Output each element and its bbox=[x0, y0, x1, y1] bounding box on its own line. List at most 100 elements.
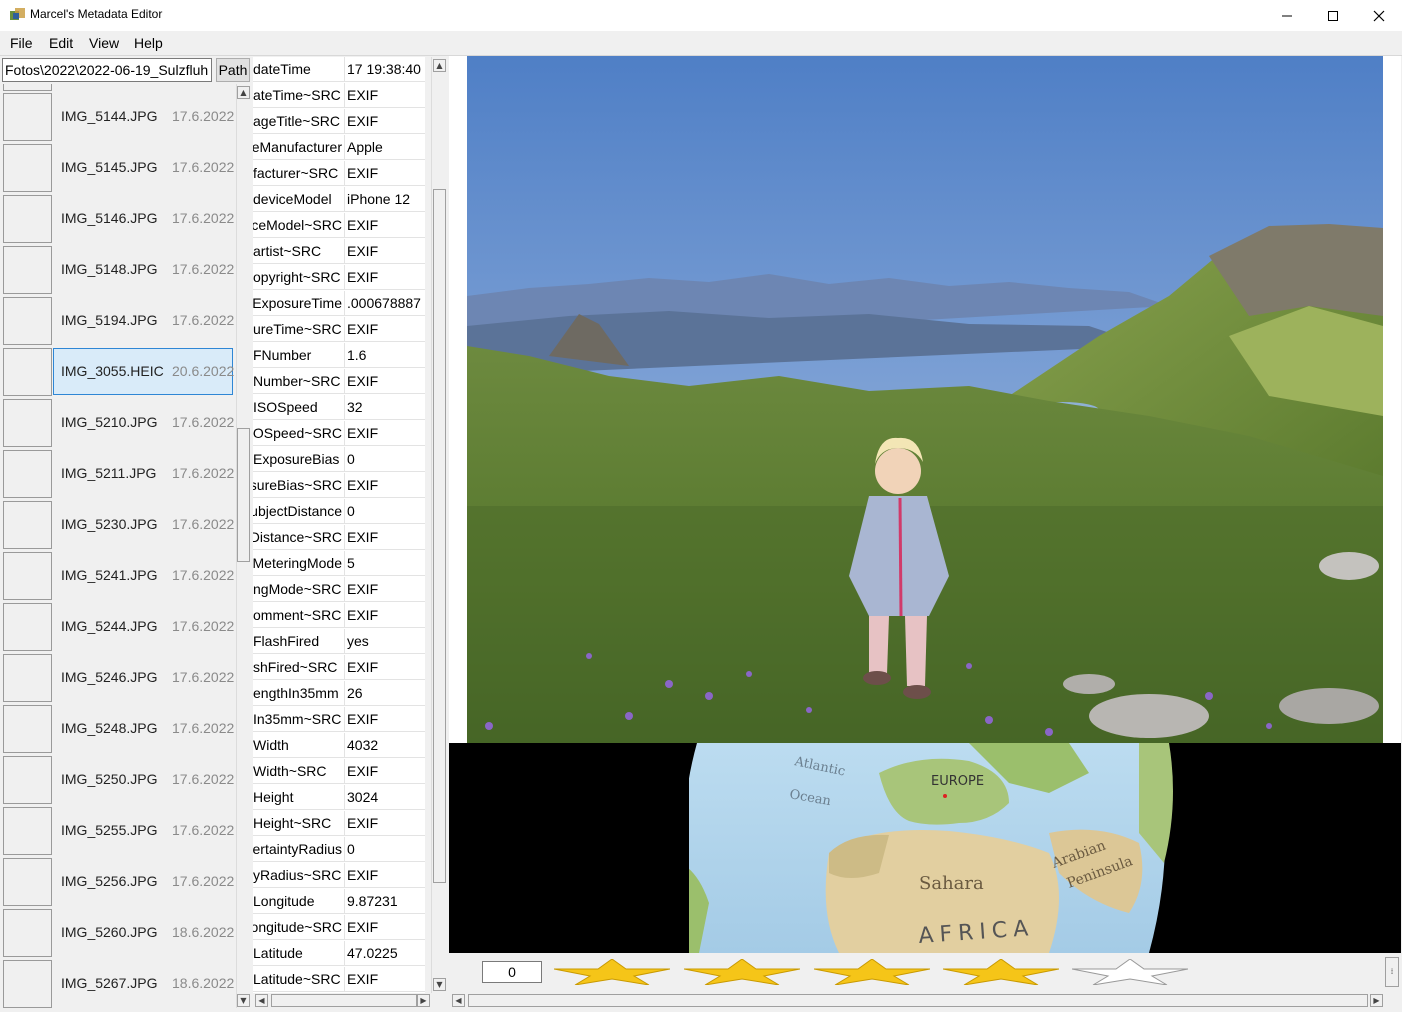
list-item[interactable]: IMG_5260.JPG 18.6.2022 bbox=[2, 908, 236, 958]
list-item[interactable]: IMG_5255.JPG 17.6.2022 bbox=[2, 806, 236, 856]
scroll-left-icon[interactable]: ◀ bbox=[452, 994, 465, 1007]
list-item[interactable]: IMG_5246.JPG 17.6.2022 bbox=[2, 653, 236, 703]
metadata-value[interactable]: 0 bbox=[345, 447, 425, 472]
file-list-scrollbar[interactable]: ▲ ▼ bbox=[236, 84, 251, 1008]
maximize-button[interactable] bbox=[1310, 0, 1356, 31]
metadata-value[interactable]: EXIF bbox=[345, 317, 425, 342]
path-input[interactable]: Fotos\2022\2022-06-19_Sulzfluh bbox=[2, 58, 212, 82]
metadata-value[interactable]: 47.0225 bbox=[345, 941, 425, 966]
close-button[interactable] bbox=[1356, 0, 1402, 31]
table-row[interactable]: Latitude 47.0225 bbox=[253, 941, 425, 967]
metadata-value[interactable]: iPhone 12 bbox=[345, 187, 425, 212]
table-row[interactable]: Number~SRC EXIF bbox=[253, 369, 425, 395]
list-item[interactable]: IMG_5256.JPG 17.6.2022 bbox=[2, 857, 236, 907]
table-row[interactable]: Height~SRC EXIF bbox=[253, 811, 425, 837]
table-row[interactable]: Latitude~SRC EXIF bbox=[253, 967, 425, 993]
metadata-value[interactable]: EXIF bbox=[345, 811, 425, 836]
list-item[interactable]: IMG_5230.JPG 17.6.2022 bbox=[2, 500, 236, 550]
scroll-up-icon[interactable]: ▲ bbox=[237, 86, 250, 99]
rating-star-icon[interactable] bbox=[943, 959, 1059, 985]
table-row[interactable]: ageTitle~SRC EXIF bbox=[253, 109, 425, 135]
list-item[interactable]: IMG_5148.JPG 17.6.2022 bbox=[2, 245, 236, 295]
list-item[interactable]: IMG_5241.JPG 17.6.2022 bbox=[2, 551, 236, 601]
rating-star-icon[interactable] bbox=[684, 959, 800, 985]
table-row[interactable]: ExposureBias 0 bbox=[253, 447, 425, 473]
table-row[interactable]: dateTime 17 19:38:40 bbox=[253, 57, 425, 83]
path-button[interactable]: Path bbox=[216, 58, 250, 82]
rating-star-icon[interactable] bbox=[554, 959, 670, 985]
list-item[interactable]: IMG_5144.JPG 17.6.2022 bbox=[2, 92, 236, 142]
metadata-scrollbar[interactable]: ▲ ▼ bbox=[431, 57, 447, 993]
table-row[interactable]: Width~SRC EXIF bbox=[253, 759, 425, 785]
metadata-value[interactable]: EXIF bbox=[345, 239, 425, 264]
scroll-right-icon[interactable]: ▶ bbox=[1370, 994, 1383, 1007]
list-item[interactable]: IMG_5250.JPG 17.6.2022 bbox=[2, 755, 236, 805]
table-row[interactable]: FNumber 1.6 bbox=[253, 343, 425, 369]
metadata-value[interactable]: EXIF bbox=[345, 213, 425, 238]
table-row[interactable]: ceModel~SRC EXIF bbox=[253, 213, 425, 239]
table-row[interactable]: yRadius~SRC EXIF bbox=[253, 863, 425, 889]
metadata-value[interactable]: EXIF bbox=[345, 83, 425, 108]
metadata-value[interactable]: 17 19:38:40 bbox=[345, 57, 425, 82]
metadata-value[interactable]: 0 bbox=[345, 837, 425, 862]
list-item[interactable]: IMG_5211.JPG 17.6.2022 bbox=[2, 449, 236, 499]
metadata-value[interactable]: EXIF bbox=[345, 525, 425, 550]
metadata-value[interactable]: EXIF bbox=[345, 603, 425, 628]
scroll-thumb[interactable] bbox=[468, 994, 1368, 1007]
scroll-up-icon[interactable]: ▲ bbox=[433, 59, 446, 72]
list-item[interactable] bbox=[2, 84, 236, 92]
metadata-value[interactable]: 4032 bbox=[345, 733, 425, 758]
list-item[interactable]: IMG_5145.JPG 17.6.2022 bbox=[2, 143, 236, 193]
table-row[interactable]: shFired~SRC EXIF bbox=[253, 655, 425, 681]
metadata-value[interactable]: 32 bbox=[345, 395, 425, 420]
table-row[interactable]: ubjectDistance 0 bbox=[253, 499, 425, 525]
table-row[interactable]: ateTime~SRC EXIF bbox=[253, 83, 425, 109]
table-row[interactable]: artist~SRC EXIF bbox=[253, 239, 425, 265]
metadata-value[interactable]: EXIF bbox=[345, 707, 425, 732]
table-row[interactable]: ExposureTime .000678887 bbox=[253, 291, 425, 317]
table-row[interactable]: omment~SRC EXIF bbox=[253, 603, 425, 629]
table-row[interactable]: FlashFired yes bbox=[253, 629, 425, 655]
image-hscrollbar[interactable]: ◀ ▶ bbox=[449, 994, 1385, 1008]
metadata-value[interactable]: EXIF bbox=[345, 759, 425, 784]
metadata-hscrollbar[interactable]: ◀ ▶ bbox=[253, 994, 431, 1008]
table-row[interactable]: ngMode~SRC EXIF bbox=[253, 577, 425, 603]
table-row[interactable]: eManufacturer Apple bbox=[253, 135, 425, 161]
scroll-down-icon[interactable]: ▼ bbox=[433, 978, 446, 991]
metadata-value[interactable]: EXIF bbox=[345, 369, 425, 394]
list-item[interactable]: IMG_5210.JPG 17.6.2022 bbox=[2, 398, 236, 448]
metadata-value[interactable]: EXIF bbox=[345, 161, 425, 186]
table-row[interactable]: facturer~SRC EXIF bbox=[253, 161, 425, 187]
list-item[interactable]: IMG_3055.HEIC 20.6.2022 bbox=[2, 347, 236, 397]
menu-file[interactable]: File bbox=[10, 35, 33, 51]
table-row[interactable]: MeteringMode 5 bbox=[253, 551, 425, 577]
metadata-value[interactable]: 0 bbox=[345, 499, 425, 524]
metadata-value[interactable]: EXIF bbox=[345, 265, 425, 290]
metadata-value[interactable]: EXIF bbox=[345, 915, 425, 940]
metadata-value[interactable]: EXIF bbox=[345, 109, 425, 134]
list-item[interactable]: IMG_5146.JPG 17.6.2022 bbox=[2, 194, 236, 244]
metadata-value[interactable]: EXIF bbox=[345, 655, 425, 680]
metadata-value[interactable]: yes bbox=[345, 629, 425, 654]
table-row[interactable]: In35mm~SRC EXIF bbox=[253, 707, 425, 733]
menu-help[interactable]: Help bbox=[134, 35, 163, 51]
scroll-thumb[interactable] bbox=[271, 994, 417, 1007]
table-row[interactable]: engthIn35mm 26 bbox=[253, 681, 425, 707]
scroll-down-icon[interactable]: ▼ bbox=[237, 994, 250, 1007]
metadata-value[interactable]: Apple bbox=[345, 135, 425, 160]
scroll-left-icon[interactable]: ◀ bbox=[255, 994, 268, 1007]
metadata-value[interactable]: EXIF bbox=[345, 863, 425, 888]
metadata-value[interactable]: 5 bbox=[345, 551, 425, 576]
metadata-value[interactable]: EXIF bbox=[345, 967, 425, 992]
rating-star-icon[interactable] bbox=[1072, 959, 1188, 985]
map-globe[interactable]: Atlantic Ocean EUROPE Sahara Arabian Pen… bbox=[449, 743, 1401, 953]
table-row[interactable]: Longitude 9.87231 bbox=[253, 889, 425, 915]
table-row[interactable]: ongitude~SRC EXIF bbox=[253, 915, 425, 941]
scroll-thumb[interactable] bbox=[237, 428, 250, 562]
metadata-value[interactable]: .000678887 bbox=[345, 291, 425, 316]
scroll-thumb[interactable] bbox=[433, 189, 446, 883]
table-row[interactable]: sureBias~SRC EXIF bbox=[253, 473, 425, 499]
metadata-value[interactable]: 3024 bbox=[345, 785, 425, 810]
list-item[interactable]: IMG_5267.JPG 18.6.2022 bbox=[2, 959, 236, 1008]
table-row[interactable]: ureTime~SRC EXIF bbox=[253, 317, 425, 343]
